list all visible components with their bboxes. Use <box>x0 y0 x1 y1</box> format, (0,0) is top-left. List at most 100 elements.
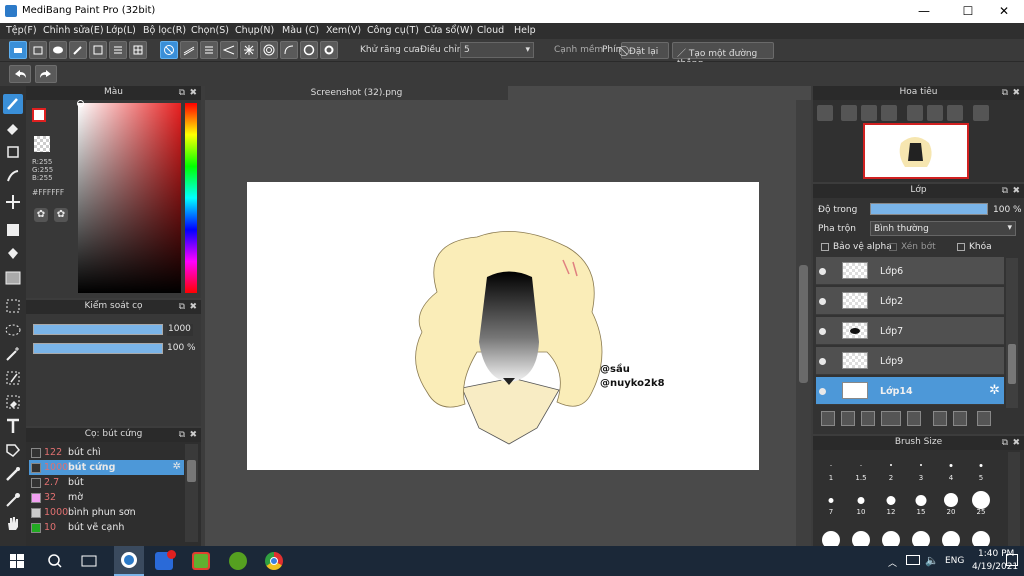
menu-select[interactable]: Chọn(S) <box>191 25 229 36</box>
flip-icon[interactable] <box>973 105 989 121</box>
close-icon[interactable]: ✖ <box>1012 87 1020 100</box>
concentric-snap-icon[interactable] <box>260 41 278 59</box>
brush-size-cell[interactable]: 7 <box>816 486 846 516</box>
close-button[interactable]: ✕ <box>984 0 1024 23</box>
new-halftone-layer-icon[interactable] <box>841 411 855 426</box>
rotate-right-icon[interactable] <box>947 105 963 121</box>
network-icon[interactable] <box>906 555 920 565</box>
popout-icon[interactable]: ⧉ <box>179 429 185 442</box>
close-icon[interactable]: ✖ <box>1012 437 1020 450</box>
cross-snap-icon[interactable] <box>200 41 218 59</box>
straight-line-button[interactable]: ／ Tạo một đường thẳng <box>672 42 774 69</box>
add-layer-menu-icon[interactable] <box>881 411 901 426</box>
brush-size-slider[interactable] <box>33 324 163 335</box>
rotate-left-icon[interactable] <box>907 105 923 121</box>
menu-tools[interactable]: Công cụ(T) <box>367 25 419 36</box>
brush-size-cell[interactable]: 2 <box>876 452 906 482</box>
brush-item[interactable]: 2.7 bút <box>29 475 184 490</box>
magic-wand-tool-icon[interactable] <box>3 344 23 364</box>
menu-color[interactable]: Màu (C) <box>282 25 319 36</box>
brush-size-cell[interactable]: 3 <box>906 452 936 482</box>
new-layer-icon[interactable] <box>821 411 835 426</box>
messenger-icon[interactable] <box>155 550 176 570</box>
maximize-button[interactable]: ☐ <box>948 0 988 23</box>
brush-size-cell[interactable]: 4 <box>936 452 966 482</box>
parallel-snap-icon[interactable] <box>180 41 198 59</box>
folder-icon[interactable] <box>907 411 921 426</box>
protect-alpha-checkbox[interactable] <box>821 243 829 251</box>
brush-item[interactable]: 122 bút chì <box>29 445 184 460</box>
select-eraser-tool-icon[interactable] <box>3 392 23 412</box>
visibility-icon[interactable] <box>819 388 826 395</box>
fill-rect-tool-icon[interactable] <box>3 220 23 240</box>
new-8bit-layer-icon[interactable] <box>861 411 875 426</box>
divide-tool-icon[interactable] <box>3 440 23 460</box>
layer-row-selected[interactable]: Lớp14 ✲ <box>816 377 1004 405</box>
popout-icon[interactable]: ⧉ <box>179 87 185 100</box>
brush-size-cell[interactable]: 20 <box>936 486 966 516</box>
menu-view[interactable]: Xem(V) <box>326 25 361 36</box>
settings-gear-icon[interactable] <box>320 41 338 59</box>
menu-layer[interactable]: Lớp(L) <box>106 25 136 36</box>
select-tool-icon[interactable] <box>3 296 23 316</box>
brush-size-cell[interactable]: 1 <box>816 452 846 482</box>
layer-row[interactable]: Lớp9 <box>816 347 1004 375</box>
merge-down-icon[interactable] <box>953 411 967 426</box>
radial-snap-icon[interactable] <box>240 41 258 59</box>
brush-size-value[interactable]: 1000 <box>167 324 193 336</box>
menu-capture[interactable]: Chụp(N) <box>235 25 274 36</box>
close-icon[interactable]: ✖ <box>189 87 197 100</box>
layers-scrollbar[interactable] <box>1006 258 1018 408</box>
visibility-icon[interactable] <box>819 298 826 305</box>
search-icon[interactable] <box>47 553 63 569</box>
brush-item[interactable]: 32 mờ <box>29 490 184 505</box>
visibility-icon[interactable] <box>819 268 826 275</box>
lock-checkbox[interactable] <box>957 243 965 251</box>
menu-filter[interactable]: Bộ lọc(R) <box>143 25 186 36</box>
edit-icon[interactable] <box>69 41 87 59</box>
gear-icon[interactable]: ✲ <box>173 461 181 472</box>
select-pen-tool-icon[interactable] <box>3 368 23 388</box>
canvas-scroll-thumb[interactable] <box>799 265 808 383</box>
duplicate-layer-icon[interactable] <box>933 411 947 426</box>
document-tab[interactable]: Screenshot (32).png <box>205 86 508 100</box>
brush-list-scrollbar[interactable] <box>185 444 198 542</box>
medibang-taskbar-icon[interactable] <box>114 546 144 576</box>
layer-row[interactable]: Lớp6 <box>816 257 1004 285</box>
bucket-tool-icon[interactable] <box>3 244 23 264</box>
brush-size-cell[interactable]: 10 <box>846 486 876 516</box>
undo-button[interactable] <box>9 65 31 83</box>
notifications-icon[interactable] <box>1006 554 1018 566</box>
brush-size-cell[interactable]: 25 <box>966 486 996 516</box>
circle-snap-icon[interactable] <box>300 41 318 59</box>
curve-snap-icon[interactable] <box>280 41 298 59</box>
grid-icon[interactable] <box>129 41 147 59</box>
menu-window[interactable]: Cửa sổ(W) <box>424 25 473 36</box>
move-tool-icon[interactable] <box>3 192 23 212</box>
rectangle-tool-icon[interactable] <box>3 142 23 162</box>
gradient-tool-icon[interactable] <box>3 268 23 288</box>
app-icon[interactable] <box>229 552 247 570</box>
clip-checkbox[interactable] <box>889 243 897 251</box>
vanishing-point-icon[interactable] <box>220 41 238 59</box>
volume-icon[interactable]: 🔈 <box>925 554 939 567</box>
document-canvas[interactable]: @sầu @nuyko2k8 <box>247 182 759 470</box>
eraser-mode-icon[interactable] <box>9 41 27 59</box>
palette-icon[interactable]: ✿ <box>34 208 48 222</box>
reset-button[interactable]: ⃠ Đặt lại <box>621 42 669 59</box>
popout-icon[interactable]: ⧉ <box>179 301 185 314</box>
popout-icon[interactable]: ⧉ <box>1002 437 1008 450</box>
delete-layer-icon[interactable] <box>977 411 991 426</box>
brush-item[interactable]: 1000 bút cứng ✲ <box>29 460 184 475</box>
brush-size-cell[interactable]: 15 <box>906 486 936 516</box>
brush-size-cell[interactable]: 12 <box>876 486 906 516</box>
primary-color-swatch[interactable] <box>32 108 46 122</box>
hand-tool-icon[interactable] <box>3 514 23 534</box>
picker-cursor[interactable] <box>77 100 84 107</box>
visibility-icon[interactable] <box>819 328 826 335</box>
brush-item[interactable]: 1000 bình phun sơn <box>29 505 184 520</box>
eyedropper-tool-icon[interactable] <box>3 490 23 510</box>
speech-bubble-icon[interactable] <box>49 41 67 59</box>
chrome-icon[interactable] <box>265 552 283 570</box>
close-icon[interactable]: ✖ <box>1012 185 1020 198</box>
